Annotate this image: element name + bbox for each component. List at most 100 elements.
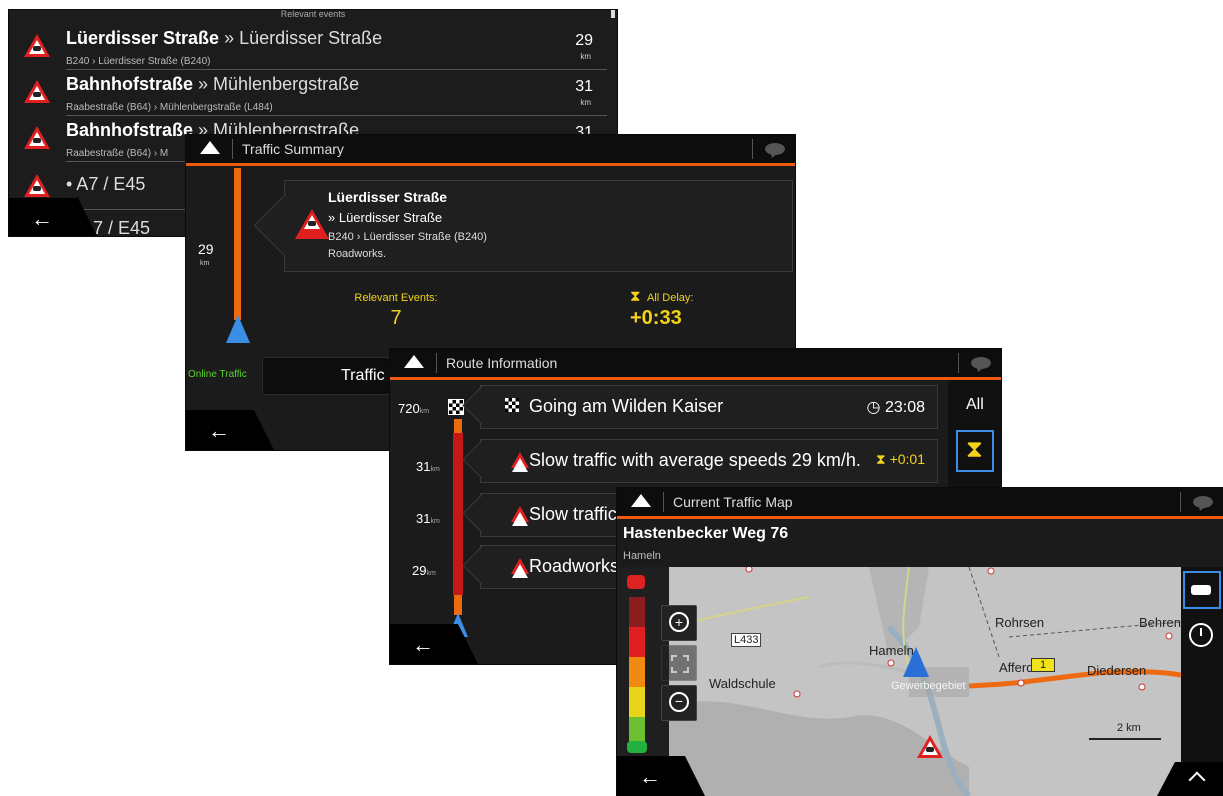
route-bar-segment — [454, 595, 462, 615]
slow-traffic-icon — [24, 80, 50, 103]
route-bar-segment — [454, 419, 462, 433]
roadworks-icon — [511, 558, 529, 578]
panel-header: Route Information — [390, 349, 1001, 380]
destination-flag-icon — [505, 398, 519, 412]
event-detail: B240 › Lüerdisser Straße (B240) — [328, 231, 487, 243]
current-city: Hameln — [623, 550, 661, 562]
back-arrow-icon: ← — [639, 764, 661, 789]
distance-unit: km — [200, 260, 210, 267]
scrollbar[interactable] — [611, 10, 615, 18]
panel-title: Current Traffic Map — [673, 494, 793, 510]
all-delay-label: All Delay: — [647, 292, 694, 304]
navigation-arrow-icon[interactable] — [200, 141, 220, 154]
arrival-time: ◷ 23:08 — [866, 399, 925, 416]
filter-all-button[interactable]: All — [966, 396, 984, 414]
zoom-out-icon: − — [669, 692, 689, 712]
event-street: Bahnhofstraße — [66, 74, 194, 94]
message-icon[interactable] — [971, 357, 991, 369]
roadworks-icon — [24, 174, 50, 197]
time-button[interactable] — [1189, 623, 1213, 647]
event-text: Slow traffic — [529, 504, 617, 524]
current-address: Hastenbecker Weg 76 — [623, 525, 789, 542]
button-corner — [1157, 762, 1175, 796]
clock-icon: ◷ — [866, 399, 885, 416]
waypoint-distance: 29km — [412, 563, 436, 578]
navigation-arrow-icon[interactable] — [404, 355, 424, 368]
waypoint-distance: 720km — [398, 401, 430, 416]
divider — [663, 492, 664, 512]
legend-level — [629, 687, 645, 717]
event-text: Roadworks — [529, 556, 620, 576]
filter-delay-button[interactable]: ⧗ — [956, 430, 994, 472]
online-traffic-label: Online Traffic — [188, 369, 247, 380]
divider — [436, 353, 437, 373]
event-destination: • A7 / E45 — [66, 174, 146, 194]
back-button[interactable]: ← — [390, 624, 478, 664]
all-delay-value: +0:33 — [630, 307, 682, 329]
waypoint-distance: 31km — [416, 459, 440, 474]
checkered-flag-icon — [448, 399, 464, 415]
event-destination: » Lüerdisser Straße — [328, 210, 443, 225]
place-label: Behrense — [1139, 615, 1181, 630]
legend-level — [629, 597, 645, 627]
route-bar-congestion — [453, 433, 463, 595]
divider — [958, 353, 959, 373]
chevron-up-icon — [1188, 771, 1206, 789]
traffic-incident-icon[interactable] — [917, 735, 943, 758]
back-button[interactable]: ← — [9, 196, 97, 236]
traffic-map[interactable]: L433 Hameln Waldschule Rohrsen Behrense … — [669, 567, 1181, 796]
slow-traffic-icon — [511, 506, 529, 526]
event-destination: » Lüerdisser Straße — [219, 28, 383, 48]
message-icon[interactable] — [1193, 496, 1213, 508]
message-icon[interactable] — [765, 143, 785, 155]
event-street: Lüerdisser Straße — [66, 28, 220, 48]
event-delay: ⧗ +0:01 — [875, 451, 925, 467]
event-row[interactable]: Bahnhofstraße » Mühlenbergstraße Raabest… — [9, 68, 617, 116]
fullscreen-icon — [671, 655, 689, 673]
legend-level — [629, 657, 645, 687]
back-button[interactable]: ← — [186, 410, 274, 450]
event-card[interactable]: Lüerdisser Straße » Lüerdisser Straße B2… — [253, 180, 793, 272]
car-signal-icon — [1191, 585, 1211, 595]
event-text: Slow traffic with average speeds 29 km/h… — [529, 450, 861, 470]
navigation-arrow-icon[interactable] — [631, 494, 651, 507]
traffic-button-label: Traffic — [341, 367, 385, 384]
route-event-card[interactable]: Slow traffic with average speeds 29 km/h… — [480, 439, 938, 483]
route-number-badge: 1 — [1031, 658, 1056, 672]
event-distance-unit: km — [580, 52, 591, 61]
back-button[interactable]: ← — [617, 756, 705, 796]
legend-level — [629, 627, 645, 657]
vehicle-position-icon — [903, 647, 929, 677]
event-distance: 31 — [575, 78, 593, 95]
slow-traffic-icon — [24, 126, 50, 149]
road-label: L433 — [731, 633, 762, 647]
clock-icon — [1200, 628, 1202, 636]
back-arrow-icon: ← — [412, 632, 434, 657]
event-street: Bahnhofstraße — [66, 120, 194, 140]
event-destination: » Mühlenbergstraße — [193, 74, 360, 94]
place-label: Waldschule — [709, 676, 776, 691]
event-detail: Raabestraße (B64) › M — [66, 148, 169, 159]
back-arrow-icon: ← — [208, 418, 230, 443]
event-type: Roadworks. — [328, 248, 387, 260]
slow-traffic-icon — [511, 452, 529, 472]
waypoint-distance: 31km — [416, 511, 440, 526]
traffic-view-button[interactable] — [1183, 571, 1221, 609]
divider — [752, 139, 753, 159]
roadworks-icon — [24, 34, 50, 57]
divider — [1180, 492, 1181, 512]
hourglass-icon: ⧗ — [630, 288, 641, 305]
traffic-map-panel: Current Traffic Map Hastenbecker Weg 76 … — [617, 488, 1223, 796]
expand-button[interactable] — [1157, 762, 1223, 796]
event-row[interactable]: Lüerdisser Straße » Lüerdisser Straße B2… — [9, 22, 617, 70]
distance-value: 29 — [198, 241, 214, 257]
panel-header: Relevant events — [280, 10, 346, 19]
zoom-in-button[interactable]: + — [661, 605, 697, 641]
fit-screen-button[interactable] — [661, 645, 697, 681]
place-label: Gewerbegebiet — [891, 680, 966, 692]
panel-header: Traffic Summary — [186, 135, 795, 166]
route-event-card[interactable]: Going am Wilden Kaiser ◷ 23:08 — [480, 385, 938, 429]
event-street: Lüerdisser Straße — [328, 189, 448, 205]
hourglass-icon: ⧗ — [875, 451, 890, 467]
zoom-out-button[interactable]: − — [661, 685, 697, 721]
